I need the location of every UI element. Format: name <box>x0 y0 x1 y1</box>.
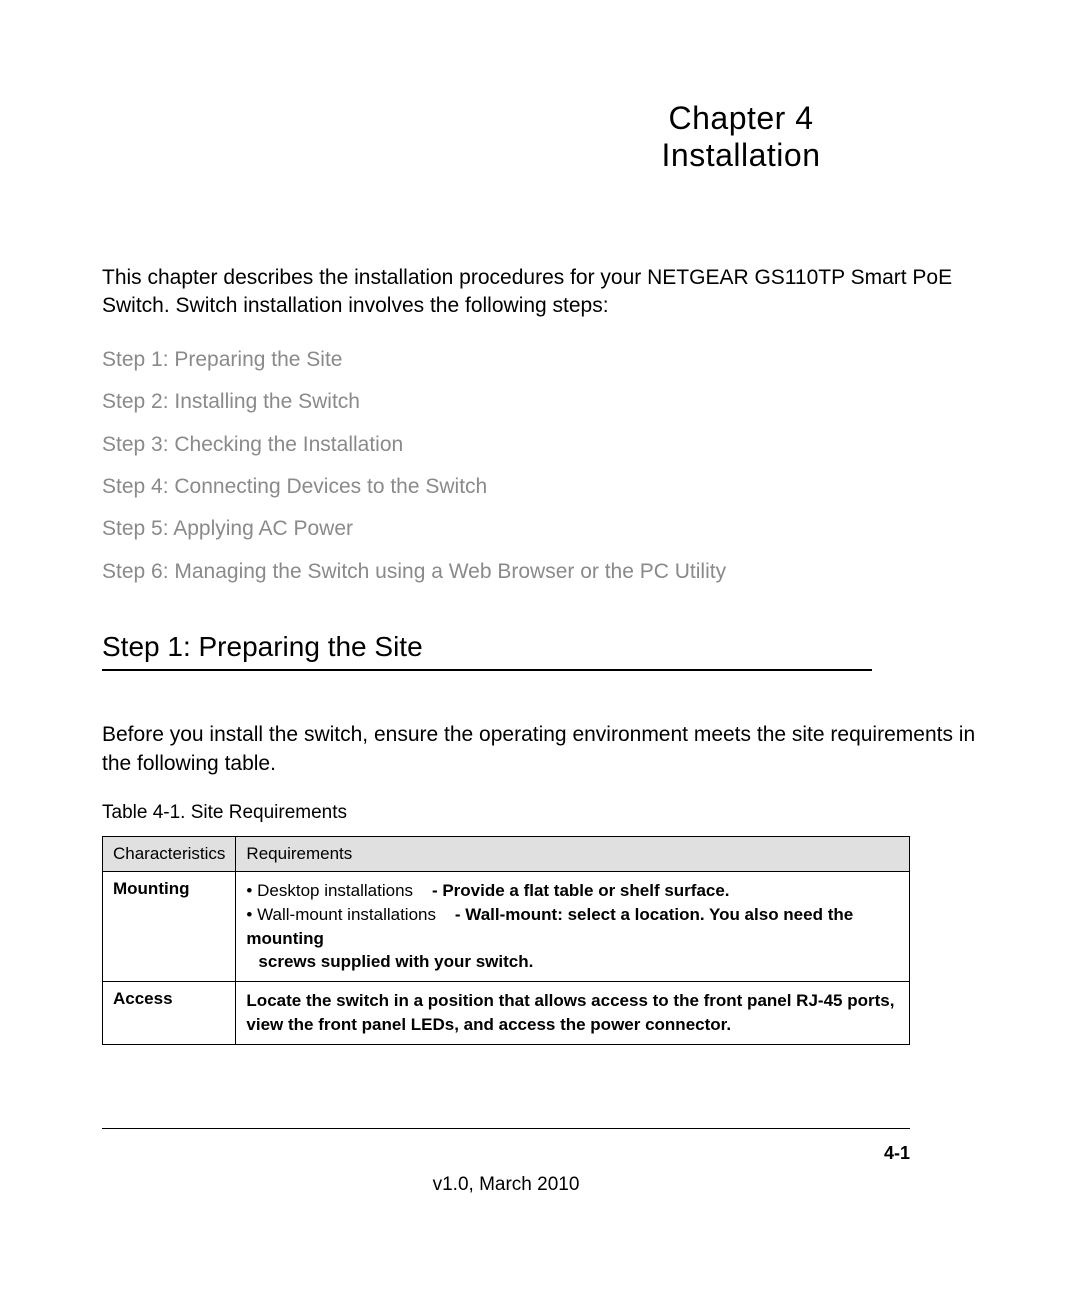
step-item: Step 1: Preparing the Site <box>102 345 990 375</box>
bullet-label: Wall-mount installations <box>257 905 436 924</box>
requirements-table: Characteristics Requirements Mounting • … <box>102 836 910 1045</box>
step-item: Step 4: Connecting Devices to the Switch <box>102 472 990 502</box>
table-cell-characteristic: Access <box>103 982 236 1045</box>
table-cell-characteristic: Mounting <box>103 872 236 982</box>
page-number: 4-1 <box>102 1143 910 1164</box>
chapter-number: Chapter 4 <box>502 100 980 137</box>
section-heading: Step 1: Preparing the Site <box>102 631 872 671</box>
table-row: Mounting • Desktop installations - Provi… <box>103 872 910 982</box>
table-header-characteristics: Characteristics <box>103 837 236 872</box>
step-item: Step 6: Managing the Switch using a Web … <box>102 557 990 587</box>
chapter-heading: Chapter 4 Installation <box>502 100 980 174</box>
bullet-icon: • <box>246 881 257 900</box>
version-text: v1.0, March 2010 <box>102 1174 910 1196</box>
bullet-continuation: screws supplied with your switch. <box>258 950 899 974</box>
step-list: Step 1: Preparing the Site Step 2: Insta… <box>102 345 990 588</box>
footer-rule <box>102 1128 910 1129</box>
bullet-icon: • <box>246 905 257 924</box>
table-header-requirements: Requirements <box>236 837 910 872</box>
step-item: Step 3: Checking the Installation <box>102 430 990 460</box>
table-cell-requirement: • Desktop installations - Provide a flat… <box>236 872 910 982</box>
page-footer: 4-1 v1.0, March 2010 <box>102 1128 990 1196</box>
section-intro: Before you install the switch, ensure th… <box>102 721 990 778</box>
table-caption: Table 4-1. Site Requirements <box>102 802 990 824</box>
table-row: Access Locate the switch in a position t… <box>103 982 910 1045</box>
step-item: Step 2: Installing the Switch <box>102 387 990 417</box>
table-cell-requirement: Locate the switch in a position that all… <box>236 982 910 1045</box>
bullet-desc: - Provide a flat table or shelf surface. <box>418 881 730 900</box>
page-container: Chapter 4 Installation This chapter desc… <box>0 0 1080 1296</box>
chapter-title: Installation <box>502 137 980 174</box>
bullet-label: Desktop installations <box>257 881 413 900</box>
step-item: Step 5: Applying AC Power <box>102 514 990 544</box>
intro-paragraph: This chapter describes the installation … <box>102 264 990 321</box>
